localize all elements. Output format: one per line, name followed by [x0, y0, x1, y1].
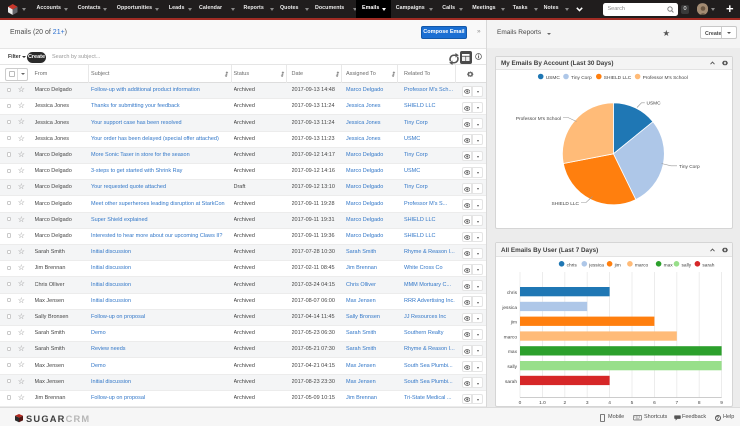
svg-text:SUGARCRM: SUGARCRM: [26, 414, 90, 424]
